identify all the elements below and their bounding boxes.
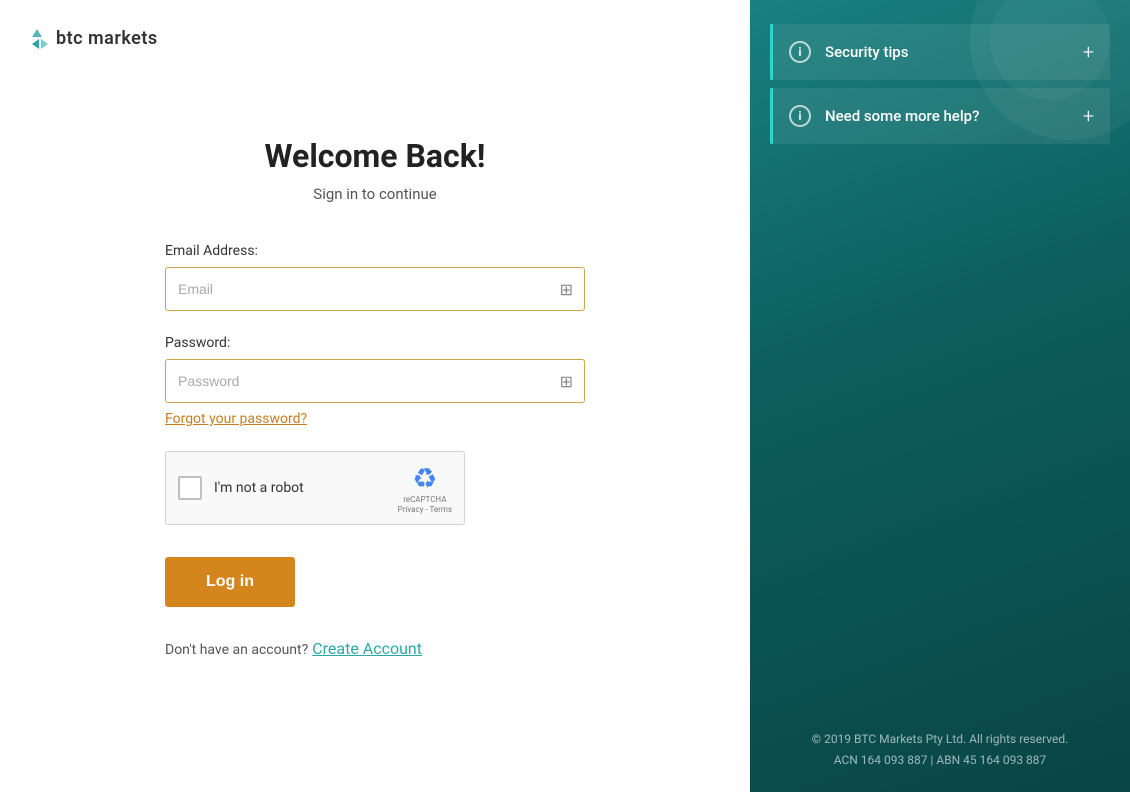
no-account-text: Don't have an account? bbox=[165, 642, 308, 658]
email-input-wrapper: ⊞ bbox=[165, 267, 585, 311]
logo-area: btc markets bbox=[0, 0, 750, 77]
password-icon: ⊞ bbox=[560, 372, 573, 391]
recaptcha-brand: reCAPTCHA bbox=[403, 495, 446, 505]
footer-line2: ACN 164 093 887 | ABN 45 164 093 887 bbox=[770, 750, 1110, 772]
accordion-container: i Security tips + i Need some more help?… bbox=[750, 0, 1130, 152]
login-button[interactable]: Log in bbox=[165, 557, 295, 607]
logo-icon bbox=[32, 29, 48, 49]
security-tips-label: Security tips bbox=[825, 43, 1083, 61]
email-icon: ⊞ bbox=[560, 280, 573, 299]
email-group: Email Address: ⊞ bbox=[165, 243, 585, 311]
footer-area: © 2019 BTC Markets Pty Ltd. All rights r… bbox=[750, 709, 1130, 792]
password-input[interactable] bbox=[165, 359, 585, 403]
more-help-accordion[interactable]: i Need some more help? + bbox=[770, 88, 1110, 144]
password-input-wrapper: ⊞ bbox=[165, 359, 585, 403]
recaptcha-label: I'm not a robot bbox=[214, 480, 386, 496]
more-help-info-icon: i bbox=[789, 105, 811, 127]
forgot-password-link[interactable]: Forgot your password? bbox=[165, 411, 307, 427]
right-panel: i Security tips + i Need some more help?… bbox=[750, 0, 1130, 792]
left-panel: btc markets Welcome Back! Sign in to con… bbox=[0, 0, 750, 792]
recaptcha-links: Privacy - Terms bbox=[398, 505, 452, 514]
welcome-title: Welcome Back! bbox=[265, 137, 486, 175]
email-label: Email Address: bbox=[165, 243, 585, 259]
password-label: Password: bbox=[165, 335, 585, 351]
recaptcha-checkbox[interactable] bbox=[178, 476, 202, 500]
email-input[interactable] bbox=[165, 267, 585, 311]
logo-text: btc markets bbox=[56, 28, 158, 49]
footer-line1: © 2019 BTC Markets Pty Ltd. All rights r… bbox=[770, 729, 1110, 751]
security-tips-info-icon: i bbox=[789, 41, 811, 63]
security-tips-accordion[interactable]: i Security tips + bbox=[770, 24, 1110, 80]
more-help-expand-icon: + bbox=[1083, 104, 1094, 128]
more-help-label: Need some more help? bbox=[825, 107, 1083, 125]
recaptcha-logo: ♻ reCAPTCHA Privacy - Terms bbox=[398, 462, 452, 514]
recaptcha-widget[interactable]: I'm not a robot ♻ reCAPTCHA Privacy - Te… bbox=[165, 451, 465, 525]
login-form: Email Address: ⊞ Password: ⊞ Forgot your… bbox=[165, 243, 585, 658]
security-tips-expand-icon: + bbox=[1083, 40, 1094, 64]
password-group: Password: ⊞ Forgot your password? bbox=[165, 335, 585, 427]
create-account-link[interactable]: Create Account bbox=[312, 639, 422, 658]
login-content: Welcome Back! Sign in to continue Email … bbox=[0, 77, 750, 792]
signup-prompt: Don't have an account? Create Account bbox=[165, 639, 585, 658]
welcome-subtitle: Sign in to continue bbox=[313, 185, 436, 203]
